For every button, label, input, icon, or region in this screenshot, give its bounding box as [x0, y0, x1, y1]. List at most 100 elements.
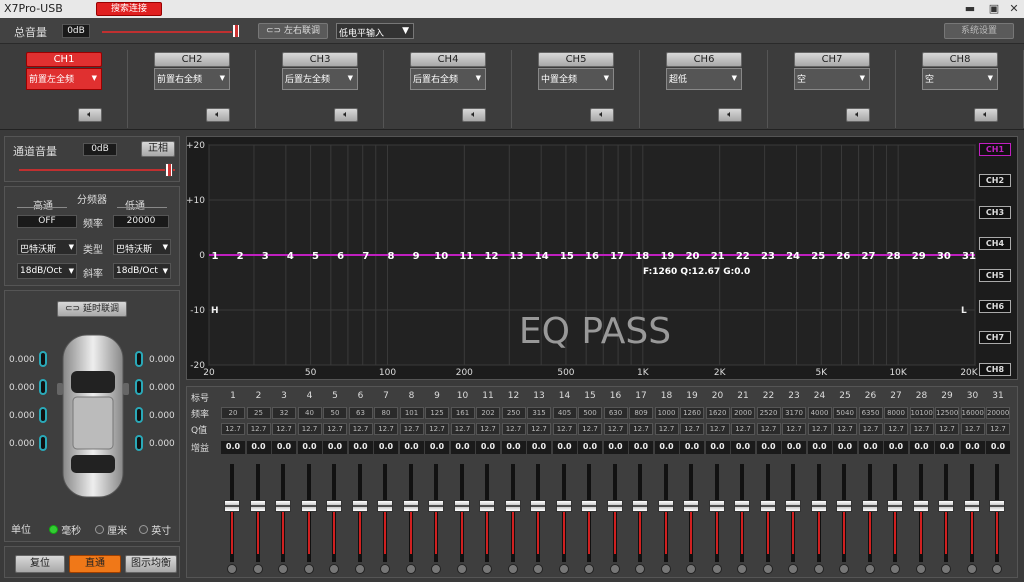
unit-inch-radio[interactable]: 英寸 [139, 522, 171, 537]
fader-thumb[interactable] [861, 500, 878, 512]
band-reset-dot[interactable] [329, 564, 339, 574]
band-reset-dot[interactable] [966, 564, 977, 574]
band-freq-field[interactable]: 315 [527, 407, 551, 419]
fader-thumb[interactable] [606, 500, 623, 512]
band-freq-field[interactable]: 20 [221, 407, 245, 419]
fader-thumb[interactable] [836, 500, 852, 512]
band-gain-field[interactable]: 0.0 [221, 441, 245, 454]
fader-thumb[interactable] [759, 500, 776, 512]
band-fader[interactable] [450, 464, 474, 574]
eq-band-point[interactable]: 30 [937, 251, 951, 262]
eq-band-point[interactable]: 21 [711, 251, 725, 262]
band-fader[interactable] [730, 464, 754, 574]
band-reset-dot[interactable] [762, 564, 773, 574]
channel-volume-knob[interactable] [165, 163, 173, 177]
fader-thumb[interactable] [453, 500, 470, 512]
band-reset-dot[interactable] [278, 564, 288, 574]
band-gain-field[interactable]: 0.0 [552, 441, 577, 454]
band-fader[interactable] [985, 464, 1009, 574]
band-gain-field[interactable]: 0.0 [782, 441, 806, 454]
band-fader[interactable] [883, 464, 907, 574]
speaker-right-icon[interactable] [135, 351, 143, 367]
eq-band-point[interactable]: 10 [434, 251, 448, 262]
fader-thumb[interactable] [963, 500, 980, 512]
band-fader[interactable] [552, 464, 576, 574]
band-q-field[interactable]: 12.7 [578, 423, 602, 435]
fader-thumb[interactable] [989, 500, 1005, 512]
fader-thumb[interactable] [657, 500, 674, 512]
fader-thumb[interactable] [785, 500, 801, 512]
delay-right-1[interactable]: 0.000 [149, 355, 175, 365]
band-q-field[interactable]: 12.7 [807, 423, 832, 435]
eq-channel-tag-6[interactable]: CH6 [979, 300, 1011, 313]
band-freq-field[interactable]: 32 [272, 407, 296, 419]
band-freq-field[interactable]: 20000 [986, 407, 1010, 419]
eq-band-point[interactable]: 13 [510, 251, 524, 262]
band-q-field[interactable]: 12.7 [756, 423, 781, 435]
fader-thumb[interactable] [632, 500, 648, 512]
lowpass-freq-field[interactable]: 20000 [113, 215, 169, 228]
band-freq-field[interactable]: 6350 [858, 407, 883, 419]
fader-thumb[interactable] [249, 500, 266, 512]
band-q-field[interactable]: 12.7 [960, 423, 985, 435]
eq-band-point[interactable]: 19 [660, 251, 674, 262]
band-reset-dot[interactable] [558, 564, 569, 574]
maximize-icon[interactable]: ▣ [984, 1, 1004, 17]
eq-band-point[interactable]: 25 [811, 251, 825, 262]
band-q-field[interactable]: 12.7 [680, 423, 704, 435]
band-gain-field[interactable]: 0.0 [833, 441, 857, 454]
band-gain-field[interactable]: 0.0 [297, 441, 322, 454]
system-settings-button[interactable]: 系统设置 [944, 23, 1014, 39]
band-fader[interactable] [348, 464, 372, 574]
fader-thumb[interactable] [912, 500, 929, 512]
band-gain-field[interactable]: 0.0 [603, 441, 628, 454]
eq-channel-tag-1[interactable]: CH1 [979, 143, 1011, 156]
band-reset-dot[interactable] [482, 564, 492, 574]
band-gain-field[interactable]: 0.0 [654, 441, 679, 454]
band-fader[interactable] [501, 464, 525, 574]
band-freq-field[interactable]: 630 [603, 407, 628, 419]
eq-channel-tag-2[interactable]: CH2 [979, 174, 1011, 188]
band-reset-dot[interactable] [380, 564, 390, 574]
eq-band-point[interactable]: 7 [362, 251, 369, 262]
delay-link-button[interactable]: ⊂⊃ 延时联调 [57, 301, 127, 317]
band-gain-field[interactable]: 0.0 [680, 441, 704, 454]
channel-assign-select-5[interactable]: 中置全频 ▼ [538, 68, 614, 90]
channel-assign-select-4[interactable]: 后置右全频 ▼ [410, 68, 486, 90]
band-gain-field[interactable]: 0.0 [884, 441, 908, 454]
fader-thumb[interactable] [300, 500, 317, 512]
band-fader[interactable] [654, 464, 678, 574]
eq-band-point[interactable]: 15 [560, 251, 574, 262]
eq-band-point[interactable]: 9 [413, 251, 420, 262]
band-freq-field[interactable]: 500 [578, 407, 602, 419]
speaker-right-icon[interactable] [135, 435, 143, 451]
eq-band-point[interactable]: 29 [912, 251, 926, 262]
band-gain-field[interactable]: 0.0 [705, 441, 730, 454]
band-q-field[interactable]: 12.7 [527, 423, 551, 435]
band-q-field[interactable]: 12.7 [705, 423, 730, 435]
band-freq-field[interactable]: 25 [246, 407, 271, 419]
band-fader[interactable] [679, 464, 703, 574]
eq-band-point[interactable]: 24 [786, 251, 800, 262]
eq-band-point[interactable]: 3 [262, 251, 269, 262]
band-freq-field[interactable]: 250 [501, 407, 526, 419]
eq-band-point[interactable]: 8 [387, 251, 394, 262]
eq-band-point[interactable]: 12 [485, 251, 499, 262]
band-fader[interactable] [399, 464, 423, 574]
band-gain-field[interactable]: 0.0 [756, 441, 781, 454]
band-reset-dot[interactable] [686, 564, 696, 574]
channel-button-5[interactable]: CH5 [538, 52, 614, 67]
channel-assign-select-3[interactable]: 后置左全频 ▼ [282, 68, 358, 90]
band-gain-field[interactable]: 0.0 [272, 441, 296, 454]
channel-button-1[interactable]: CH1 [26, 52, 102, 67]
band-reset-dot[interactable] [737, 564, 747, 574]
band-gain-field[interactable]: 0.0 [374, 441, 398, 454]
band-reset-dot[interactable] [227, 564, 237, 574]
channel-mute-button-2[interactable]: 🔈︎ [206, 108, 230, 122]
band-fader[interactable] [909, 464, 933, 574]
speaker-right-icon[interactable] [135, 407, 143, 423]
band-q-field[interactable]: 12.7 [246, 423, 271, 435]
band-reset-dot[interactable] [839, 564, 849, 574]
fader-thumb[interactable] [479, 500, 495, 512]
delay-left-2[interactable]: 0.000 [9, 383, 35, 393]
